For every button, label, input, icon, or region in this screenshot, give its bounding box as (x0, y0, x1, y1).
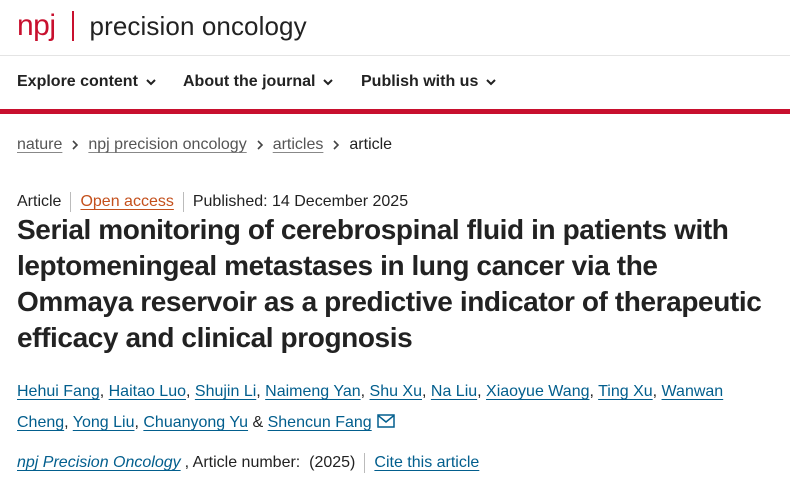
published-date: Published: 14 December 2025 (192, 193, 409, 210)
chevron-right-icon (333, 140, 340, 150)
author-link[interactable]: Naimeng Yan (265, 383, 360, 400)
nav-explore-content[interactable]: Explore content (17, 73, 156, 91)
nav-label: Publish with us (361, 73, 479, 90)
journal-link[interactable]: npj Precision Oncology (17, 454, 181, 472)
chevron-right-icon (72, 140, 79, 150)
email-icon[interactable] (376, 414, 395, 428)
chevron-down-icon (146, 79, 156, 86)
author-link[interactable]: Ting Xu (598, 383, 653, 400)
meta-divider (70, 192, 72, 212)
author-link[interactable]: Haitao Luo (109, 383, 186, 400)
author-link[interactable]: Shu Xu (370, 383, 422, 400)
article-meta: Article Open access Published: 14 Decemb… (17, 192, 408, 212)
breadcrumb-current: article (349, 136, 393, 153)
citation-divider (364, 453, 366, 473)
author-list: Hehui Fang, Haitao Luo, Shujin Li, Naime… (17, 383, 724, 431)
logo-divider (71, 11, 74, 41)
article-type: Article (17, 193, 62, 210)
author-link[interactable]: Shencun Fang (268, 414, 372, 431)
nav-about-journal[interactable]: About the journal (183, 73, 334, 91)
main-nav: Explore content About the journal Publis… (0, 56, 790, 108)
author-link[interactable]: Na Liu (431, 383, 477, 400)
cite-this-article-link[interactable]: Cite this article (374, 454, 479, 472)
site-header: npj precision oncology (0, 0, 790, 56)
brand-divider-bar (0, 109, 790, 114)
journal-logo[interactable]: npj precision oncology (17, 8, 307, 44)
chevron-down-icon (486, 79, 497, 86)
breadcrumb-journal[interactable]: npj precision oncology (88, 136, 246, 154)
article-title: Serial monitoring of cerebrospinal fluid… (17, 214, 762, 353)
nav-label: Explore content (17, 73, 138, 90)
chevron-down-icon (323, 79, 334, 86)
chevron-right-icon (257, 140, 263, 150)
breadcrumb: nature npj precision oncology articles a… (17, 136, 392, 154)
nav-label: About the journal (183, 73, 316, 90)
open-access-link[interactable]: Open access (80, 193, 173, 211)
article-number: , Article number: (2025) (184, 454, 356, 471)
nav-publish-with-us[interactable]: Publish with us (361, 73, 497, 91)
author-link[interactable]: Hehui Fang (17, 383, 100, 400)
meta-divider (182, 192, 184, 212)
logo-npj: npj (17, 9, 56, 42)
author-link[interactable]: Xiaoyue Wang (486, 383, 589, 400)
author-link[interactable]: Shujin Li (195, 383, 256, 400)
author-link[interactable]: Yong Liu (73, 414, 135, 431)
author-link[interactable]: Chuanyong Yu (143, 414, 248, 431)
breadcrumb-articles[interactable]: articles (273, 136, 324, 154)
breadcrumb-nature[interactable]: nature (17, 136, 62, 154)
logo-title: precision oncology (89, 11, 307, 41)
citation-line: npj Precision Oncology , Article number:… (17, 453, 479, 473)
